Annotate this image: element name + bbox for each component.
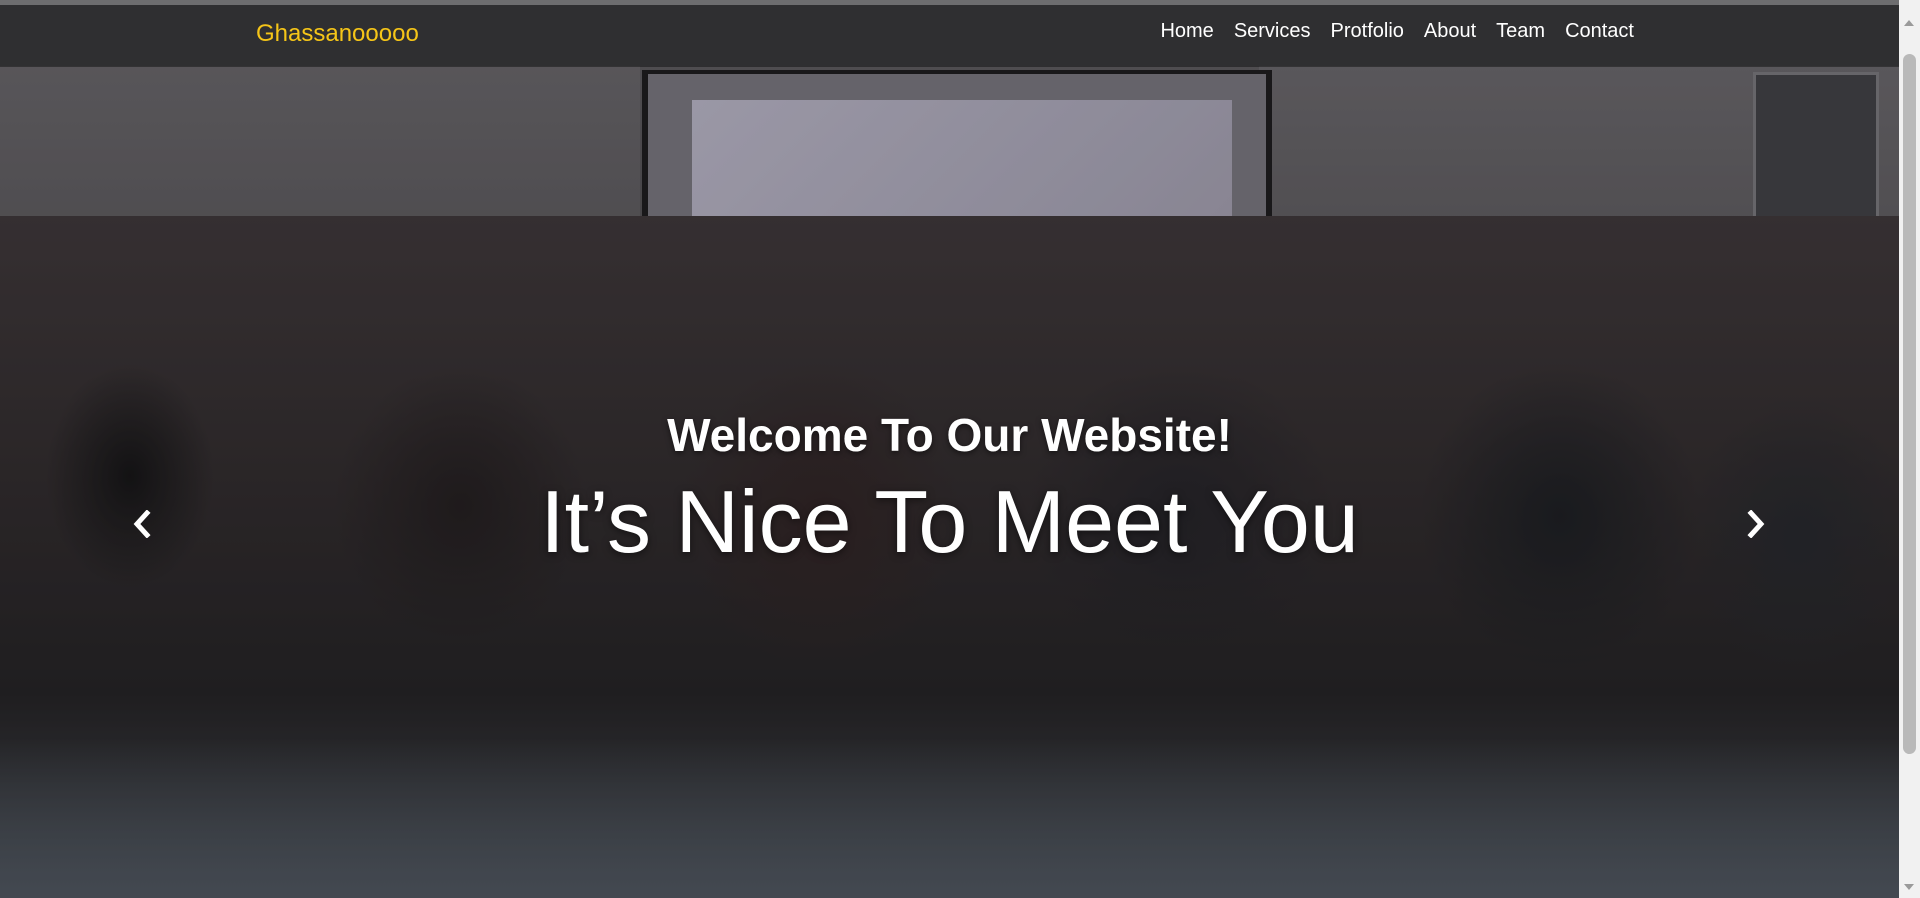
carousel-next-button[interactable] (1736, 506, 1776, 546)
nav-link-team[interactable]: Team (1496, 20, 1545, 43)
nav-links: Home Services Protfolio About Team Conta… (1160, 20, 1634, 43)
page-scrollbar[interactable] (1899, 0, 1920, 898)
hero-caption: Welcome To Our Website! It’s Nice To Mee… (0, 66, 1899, 898)
nav-link-about[interactable]: About (1424, 20, 1476, 43)
navbar: Ghassanooooo Home Services Protfolio Abo… (0, 5, 1899, 66)
brand-logo[interactable]: Ghassanooooo (256, 20, 419, 48)
carousel-prev-button[interactable] (122, 506, 162, 546)
hero-carousel: Welcome To Our Website! It’s Nice To Mee… (0, 66, 1899, 898)
hero-headline: It’s Nice To Meet You (540, 472, 1359, 571)
nav-link-home[interactable]: Home (1160, 20, 1213, 43)
browser-top-edge (0, 0, 1899, 5)
hero-welcome-text: Welcome To Our Website! (667, 409, 1232, 461)
nav-link-contact[interactable]: Contact (1565, 20, 1634, 43)
scroll-down-icon[interactable] (1904, 884, 1914, 890)
nav-link-services[interactable]: Services (1234, 20, 1311, 43)
nav-link-portfolio[interactable]: Protfolio (1331, 20, 1404, 43)
chevron-left-icon (131, 508, 153, 543)
chevron-right-icon (1745, 508, 1767, 543)
scrollbar-thumb[interactable] (1903, 54, 1916, 754)
page: Ghassanooooo Home Services Protfolio Abo… (0, 0, 1899, 898)
scroll-up-icon[interactable] (1904, 20, 1914, 26)
